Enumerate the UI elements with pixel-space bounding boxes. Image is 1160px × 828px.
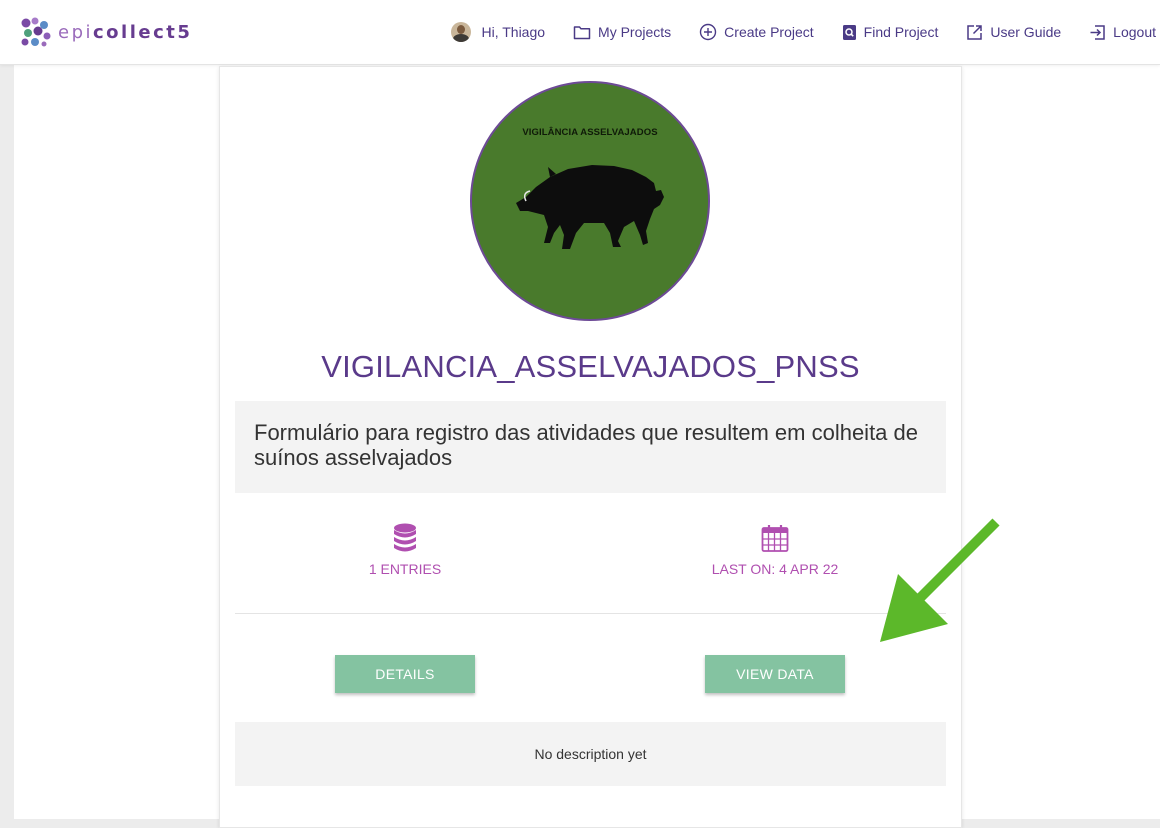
user-greeting-label: Hi, Thiago <box>481 24 546 40</box>
brand-collect: collect5 <box>93 21 193 43</box>
view-data-button[interactable]: VIEW DATA <box>705 655 845 693</box>
section-divider <box>235 613 946 614</box>
create-project-label: Create Project <box>724 24 814 40</box>
plus-circle-icon <box>699 23 717 41</box>
project-logo-text: VIGILÂNCIA ASSELVAJADOS <box>522 127 658 138</box>
epicollect-logo-icon <box>21 17 51 47</box>
project-card: VIGILÂNCIA ASSELVAJADOS VIGILANCIA_ASSEL… <box>219 66 962 828</box>
nav-user-greeting[interactable]: Hi, Thiago <box>451 22 545 42</box>
entries-stat: 1 ENTRIES <box>275 523 535 577</box>
last-entry-stat: LAST ON: 4 APR 22 <box>645 523 905 577</box>
last-entry-date: LAST ON: 4 APR 22 <box>711 561 839 577</box>
form-description: Formulário para registro das atividades … <box>254 420 918 470</box>
logout-label: Logout <box>1113 24 1156 40</box>
project-description: No description yet <box>534 746 647 762</box>
annotation-arrow-icon <box>880 518 1000 642</box>
project-title: VIGILANCIA_ASSELVAJADOS_PNSS <box>321 349 860 384</box>
calendar-icon <box>645 523 905 553</box>
project-logo-circle: VIGILÂNCIA ASSELVAJADOS <box>470 81 710 321</box>
brand-epi: epi <box>58 21 94 43</box>
find-project-label: Find Project <box>863 24 939 40</box>
logout-icon <box>1089 24 1106 41</box>
folder-icon <box>573 25 591 40</box>
nav-find-project[interactable]: Find Project <box>842 24 939 41</box>
project-description-box: No description yet <box>235 722 946 786</box>
nav-links: Hi, Thiago My Projects Create Project Fi… <box>451 0 1156 64</box>
nav-my-projects[interactable]: My Projects <box>573 24 671 40</box>
entries-count: 1 ENTRIES <box>368 561 442 577</box>
database-icon <box>275 523 535 553</box>
boar-icon <box>516 165 664 249</box>
nav-create-project[interactable]: Create Project <box>699 23 814 41</box>
brand-name: epicollect5 <box>58 22 192 43</box>
avatar <box>451 22 472 42</box>
nav-user-guide[interactable]: User Guide <box>966 24 1061 41</box>
search-document-icon <box>842 24 857 41</box>
my-projects-label: My Projects <box>598 24 672 40</box>
form-description-box: Formulário para registro das atividades … <box>235 401 946 493</box>
brand-logo[interactable]: epicollect5 <box>20 17 192 47</box>
external-link-icon <box>966 24 983 41</box>
details-button[interactable]: DETAILS <box>335 655 475 693</box>
nav-logout[interactable]: Logout <box>1089 24 1156 41</box>
user-guide-label: User Guide <box>990 24 1062 40</box>
top-navbar: epicollect5 Hi, Thiago My Projects Creat… <box>0 0 1160 65</box>
project-logo: VIGILÂNCIA ASSELVAJADOS <box>470 81 710 321</box>
